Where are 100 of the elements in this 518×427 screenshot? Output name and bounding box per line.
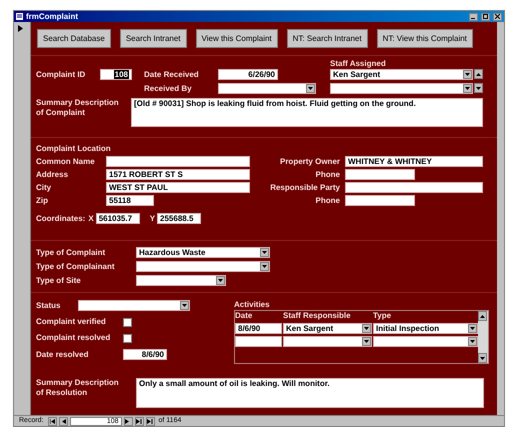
field-label: Summary Description of Complaint [36,98,120,119]
caret-icon [262,251,267,254]
combo-field[interactable] [136,275,226,286]
command-button[interactable]: NT: Search Intranet [286,29,368,48]
input-field[interactable]: 8/6/90 [123,349,167,360]
field-label: Coordinates: [36,214,86,224]
input-field[interactable] [345,169,415,180]
dropdown-button[interactable] [306,84,315,93]
field-label: Y [150,214,156,224]
caret-icon [470,340,475,343]
section-title: Complaint Location [36,144,112,154]
scroll-down-button[interactable] [478,353,487,363]
input-field[interactable]: 561035.7 [96,213,140,224]
input-field[interactable]: WHITNEY & WHITNEY [345,156,483,167]
dropdown-button[interactable] [463,70,472,79]
command-button[interactable]: View this Complaint [196,29,278,48]
input-field[interactable] [345,182,483,193]
dropdown-button[interactable] [463,84,472,93]
last-record-button[interactable] [134,416,144,426]
input-field[interactable]: 8/6/90 [235,323,282,334]
combo-field[interactable] [330,83,473,94]
checkbox-label: Complaint resolved [36,333,112,343]
caret-icon [465,73,470,76]
caret-icon [308,87,313,90]
scroll-up-button[interactable] [474,69,483,79]
input-field[interactable]: 108 [100,69,132,80]
combo-field[interactable]: Hazardous Waste [136,247,270,258]
skip-forward-icon [136,418,142,424]
caret-icon [182,304,187,307]
new-record-icon [147,418,154,424]
combo-field[interactable] [136,261,270,272]
current-record-icon [18,25,23,32]
caret-icon [218,279,223,282]
command-button[interactable]: NT: View this Complaint [376,29,473,48]
close-button[interactable] [493,12,502,20]
dropdown-button[interactable] [260,248,269,257]
combo-field[interactable]: Ken Sargent [283,323,372,334]
input-field[interactable] [345,195,415,206]
combo-field[interactable]: Ken Sargent [330,69,473,80]
scroll-down-button[interactable] [474,83,483,93]
column-header: Staff Responsible [283,311,352,321]
checkbox-label: Complaint verified [36,317,107,327]
skip-back-icon [50,418,55,424]
combo-field[interactable] [283,336,372,347]
field-label: Status [36,300,62,310]
dropdown-button[interactable] [180,301,189,310]
dropdown-button[interactable] [362,324,371,333]
checkbox[interactable] [123,318,132,326]
column-header: Type [373,311,392,321]
combo-field[interactable]: Initial Inspection [373,323,478,334]
scroll-up-button[interactable] [478,311,487,321]
next-record-button[interactable] [124,416,133,426]
combo-field[interactable] [373,336,478,347]
input-field[interactable]: WEST ST PAUL [106,182,250,193]
checkbox[interactable] [123,334,132,342]
field-label: Phone [314,170,340,180]
right-arrow-icon [125,418,132,424]
field-label: Date Received [144,70,200,80]
first-record-button[interactable] [48,416,57,426]
input-field[interactable]: 1571 ROBERT ST S [106,169,250,180]
input-field[interactable] [235,336,282,347]
input-field[interactable]: 255688.5 [157,213,202,224]
dropdown-button[interactable] [260,262,269,271]
minimize-button[interactable] [469,12,478,20]
dropdown-button[interactable] [216,276,225,285]
dropdown-button[interactable] [362,337,371,346]
field-label: Phone [314,196,340,206]
input-field[interactable]: Only a small amount of oil is leaking. Will monitor. [136,378,484,408]
field-label: Summary Description of Resolution [36,378,120,399]
field-label: X [88,214,94,224]
new-record-button[interactable] [146,416,155,426]
command-button[interactable]: Search Database [37,29,111,48]
caret-icon [364,340,369,343]
left-arrow-icon [60,418,66,424]
input-field[interactable]: [Old # 90031] Shop is leaking fluid from hoist. Fluid getting on the ground. [131,98,483,127]
caret-icon [465,87,470,90]
field-label: City [36,182,52,192]
combo-field[interactable] [218,83,316,94]
close-icon [495,14,500,19]
down-arrow-icon [476,86,481,90]
up-arrow-icon [476,72,481,76]
input-field[interactable] [106,156,250,167]
field-label: Property Owner [278,156,340,166]
form-icon [16,13,23,20]
field-label: Type of Site [36,276,82,286]
field-label: Type of Complaint [36,248,106,258]
previous-record-button[interactable] [58,416,68,426]
combo-field[interactable] [78,300,190,311]
dropdown-button[interactable] [468,324,477,333]
input-field[interactable]: 6/26/90 [218,69,278,80]
down-arrow-icon [480,356,485,360]
maximize-button[interactable] [481,12,490,20]
field-label: Complaint ID [36,70,86,80]
dropdown-button[interactable] [468,337,477,346]
input-field[interactable]: 55118 [106,195,154,206]
field-label: Date resolved [36,350,90,360]
field-label: Common Name [36,156,96,166]
scrollbar[interactable] [478,311,488,363]
field-label: Zip [36,196,49,206]
command-button[interactable]: Search Intranet [120,29,187,48]
